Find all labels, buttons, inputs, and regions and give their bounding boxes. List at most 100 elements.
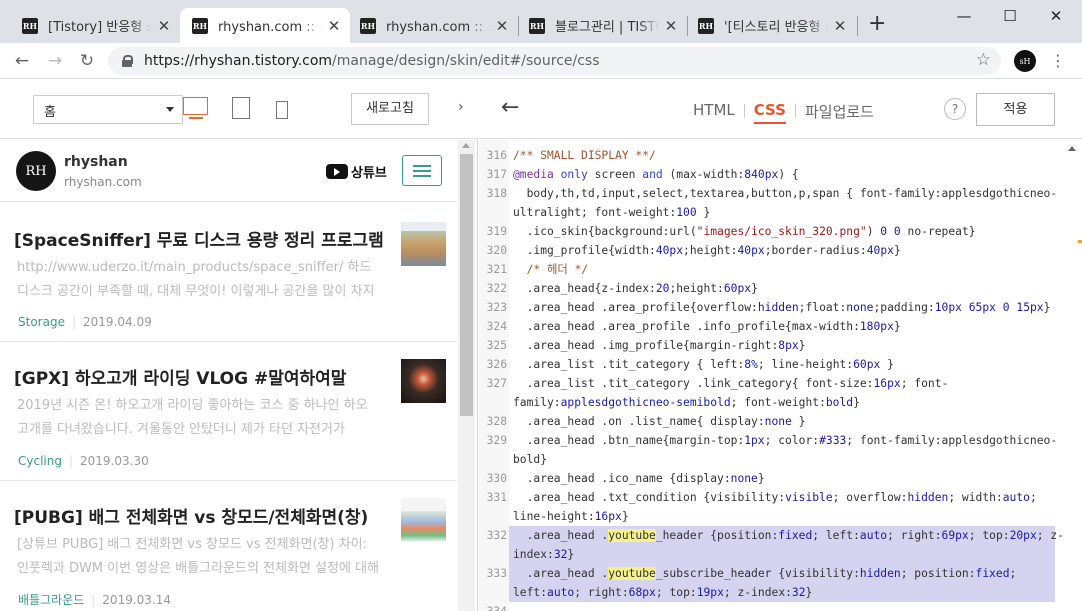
code-line[interactable]: .area_head .txt_condition {visibility:vi…	[513, 488, 1037, 507]
browser-tab[interactable]: RH [Tistory] 반응형 스킨 ✕	[12, 8, 180, 43]
code-line[interactable]: index:32}	[513, 545, 574, 564]
rh-favicon-icon: RH	[360, 17, 376, 34]
close-icon[interactable]: ✕	[1033, 4, 1079, 28]
post-category[interactable]: Storage	[18, 315, 65, 329]
line-number: 333	[486, 567, 507, 580]
code-line[interactable]: bold}	[513, 450, 547, 469]
code-line[interactable]: /** SMALL DISPLAY **/	[513, 146, 656, 165]
code-line[interactable]: .area_head .on .list_name{ display:none …	[513, 412, 806, 431]
youtube-label: 상튜브	[351, 166, 387, 181]
post-category[interactable]: 배틀그라운드	[18, 593, 84, 607]
hamburger-menu-icon[interactable]	[402, 155, 442, 186]
code-line[interactable]: .area_head .img_profile{margin-right:8px…	[513, 336, 806, 355]
code-line[interactable]: line-height:16px}	[513, 507, 629, 526]
forward-arrow-icon[interactable]: →	[44, 50, 66, 72]
code-line[interactable]: .area_head .ico_name {display:none}	[513, 469, 765, 488]
code-line[interactable]: .area_head .youtube_header {position:fix…	[513, 526, 1062, 545]
code-line[interactable]: /* 헤더 */	[513, 260, 589, 279]
help-icon[interactable]: ?	[944, 98, 966, 120]
rh-favicon-icon: RH	[698, 17, 714, 34]
tablet-view-icon[interactable]	[232, 97, 250, 119]
bookmark-star-icon[interactable]: ☆	[976, 50, 991, 70]
tab-close-icon[interactable]: ✕	[326, 17, 342, 35]
apply-button[interactable]: 적용	[976, 93, 1055, 126]
list-item[interactable]: [PUBG] 배그 전체화면 vs 창모드/전체화면(창) [상튜브 PUBG]…	[0, 481, 457, 611]
rh-favicon-icon: RH	[192, 17, 208, 34]
tab-title: 블로그관리 | TISTORY	[555, 20, 659, 35]
post-category[interactable]: Cycling	[18, 454, 62, 468]
list-item[interactable]: [SpaceSniffer] 무료 디스크 용량 정리 프로그램 http://…	[0, 202, 457, 342]
plus-icon[interactable]: +	[868, 13, 886, 35]
browser-tab-active[interactable]: RH rhyshan.com :: 스킨 ✕	[180, 8, 350, 43]
code-line[interactable]: .area_head .area_profile .info_profile{m…	[513, 317, 901, 336]
tab-close-icon[interactable]: ✕	[156, 17, 172, 35]
code-line[interactable]: ultralight; font-weight:100 }	[513, 203, 710, 222]
post-date: 2019.03.14	[102, 593, 172, 607]
scroll-up-arrow-icon[interactable]	[462, 143, 470, 148]
mobile-view-icon[interactable]	[276, 101, 288, 119]
chevron-right-icon[interactable]: ›	[458, 99, 464, 115]
code-line[interactable]: .img_profile{width:40px;height:40px;bord…	[513, 241, 901, 260]
preview-scrollbar[interactable]	[458, 140, 475, 611]
post-thumbnail[interactable]	[401, 359, 446, 403]
code-line[interactable]: family:applesdgothicneo-semibold; font-w…	[513, 393, 860, 412]
back-arrow-icon[interactable]: ←	[11, 50, 33, 72]
post-title[interactable]: [GPX] 하오고개 라이딩 VLOG #말여하여말	[14, 364, 394, 389]
list-item[interactable]: [GPX] 하오고개 라이딩 VLOG #말여하여말 2019년 시즌 온! 하…	[0, 342, 457, 481]
avatar[interactable]: RH	[16, 151, 56, 191]
tab-css[interactable]: CSS	[745, 101, 795, 122]
post-thumbnail[interactable]	[401, 222, 446, 266]
code-line[interactable]: left:auto; right:68px; top:19px; z-index…	[513, 583, 812, 602]
code-line[interactable]: .area_head{z-index:20;height:60px}	[513, 279, 758, 298]
line-number: 317	[486, 168, 507, 181]
blog-header: RH rhyshan rhyshan.com 상튜브	[0, 140, 457, 202]
post-meta: Cycling | 2019.03.30	[18, 454, 149, 468]
address-bar[interactable]: https://rhyshan.tistory.com/manage/desig…	[108, 47, 1001, 75]
code-line[interactable]: .area_head .youtube_subscribe_header {vi…	[513, 564, 1016, 583]
profile-avatar[interactable]: sH	[1014, 50, 1036, 72]
blog-url: rhyshan.com	[64, 175, 142, 189]
code-line[interactable]: .ico_skin{background:url("images/ico_ski…	[513, 222, 976, 241]
scroll-up-arrow-icon[interactable]	[1068, 146, 1076, 151]
editor-scrollbar[interactable]	[1062, 140, 1082, 611]
refresh-button[interactable]: 새로고침	[351, 93, 429, 125]
code-line[interactable]: @media only screen and (max-width:840px)…	[513, 165, 799, 184]
maximize-icon[interactable]: ☐	[987, 4, 1033, 28]
blog-name[interactable]: rhyshan	[64, 154, 128, 170]
tab-close-icon[interactable]: ✕	[832, 17, 848, 35]
browser-tab[interactable]: RH 블로그관리 | TISTORY ✕	[519, 8, 687, 43]
back-arrow-icon[interactable]: ←	[501, 97, 519, 119]
code-line[interactable]: .area_head .area_profile{overflow:hidden…	[513, 298, 1051, 317]
post-date: 2019.03.30	[80, 454, 149, 468]
tab-html[interactable]: HTML	[684, 101, 744, 122]
reload-icon[interactable]: ↻	[76, 50, 98, 72]
preview-toolbar: 홈 새로고침 ›	[0, 79, 478, 139]
post-title[interactable]: [PUBG] 배그 전체화면 vs 창모드/전체화면(창)	[14, 503, 394, 528]
tab-title: rhyshan.com :: 스킨	[386, 20, 490, 35]
more-vert-icon[interactable]: ⋮	[1050, 49, 1066, 73]
page-select-dropdown[interactable]: 홈	[33, 95, 183, 124]
line-number: 320	[486, 244, 507, 257]
line-number: 330	[486, 472, 507, 485]
post-thumbnail[interactable]	[401, 498, 446, 542]
browser-tab[interactable]: RH '[티스토리 반응형 스킨 ✕	[688, 8, 856, 43]
code-line[interactable]: body,th,td,input,select,textarea,button,…	[513, 184, 1058, 203]
post-title[interactable]: [SpaceSniffer] 무료 디스크 용량 정리 프로그램	[14, 226, 394, 251]
css-code-editor[interactable]: 316 /** SMALL DISPLAY **/ 317 @media only s…	[479, 140, 1062, 611]
code-line[interactable]: .area_head .btn_name{margin-top:1px; col…	[513, 431, 1058, 450]
tab-file-upload[interactable]: 파일업로드	[796, 101, 883, 122]
tab-close-icon[interactable]: ✕	[663, 17, 679, 35]
code-line[interactable]: .area_list .tit_category .link_category{…	[513, 374, 949, 393]
page-select-value: 홈	[44, 105, 56, 120]
tab-close-icon[interactable]: ✕	[494, 17, 510, 35]
line-number: 322	[486, 282, 507, 295]
code-line[interactable]: .area_list .tit_category { left:8%; line…	[513, 355, 894, 374]
youtube-link[interactable]: 상튜브	[326, 162, 387, 181]
scrollbar-thumb[interactable]	[460, 154, 473, 416]
minimize-icon[interactable]: —	[941, 4, 987, 28]
editor-toolbar: ← HTML CSS 파일업로드 ? 적용	[479, 79, 1082, 139]
editor-panel: ← HTML CSS 파일업로드 ? 적용 316 /** SMALL DISPL…	[479, 79, 1082, 611]
line-number: 321	[486, 263, 507, 276]
browser-tab[interactable]: RH rhyshan.com :: 스킨 ✕	[350, 8, 518, 43]
desktop-view-icon[interactable]	[183, 97, 208, 119]
